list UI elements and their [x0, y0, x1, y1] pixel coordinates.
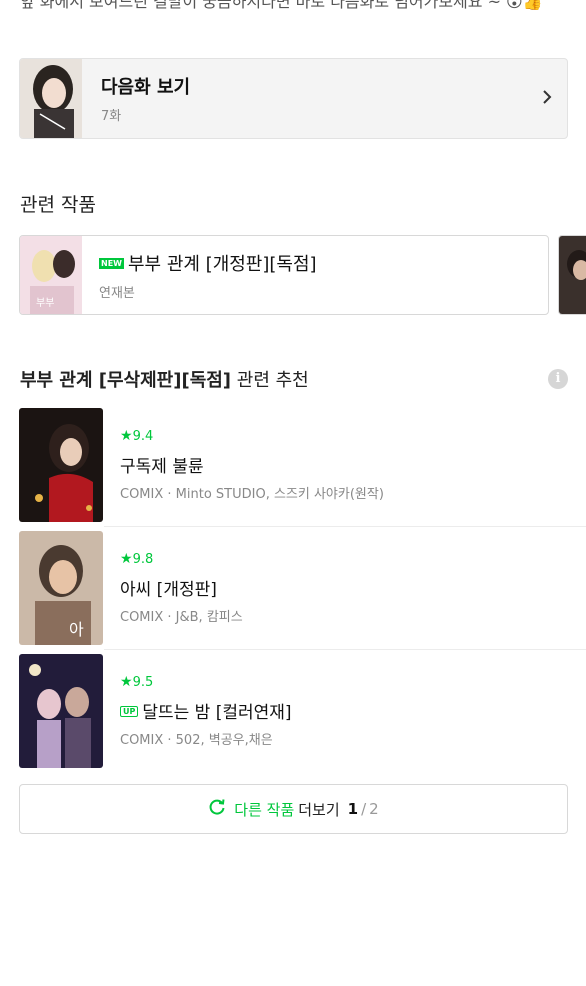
previous-description-text: 앞 화에서 보여드린 결말이 궁금하시다면 바로 다음화로 넘어가보세요 ~ 😮… [20, 0, 543, 11]
related-works-title: 관련 작품 [20, 194, 96, 216]
star-icon: ★ [120, 428, 133, 444]
star-icon: ★ [120, 674, 133, 690]
divider [104, 526, 586, 527]
page-separator: / [361, 800, 367, 818]
recommend-meta: COMIX · 502, 벽공우,채은 [120, 733, 273, 748]
rating: ★9.5 [120, 674, 154, 690]
recommend-item[interactable]: ★9.4 구독제 불륜 COMIX · Minto STUDIO, 스즈키 사야… [19, 408, 586, 522]
recommend-title-line: UP 달뜨는 밤 [컬러연재] [120, 698, 586, 723]
recommend-meta: COMIX · Minto STUDIO, 스즈키 사야카(원작) [120, 487, 384, 502]
recommend-item[interactable]: 아 ★9.8 아씨 [개정판] COMIX · J&B, 캄피스 [19, 531, 586, 645]
related-work-thumbnail: 부부 [20, 236, 82, 314]
new-badge: NEW [99, 257, 124, 269]
next-episode-thumbnail [20, 59, 82, 138]
page-current: 1 [347, 800, 359, 818]
next-episode-number: 7화 [101, 109, 122, 124]
refresh-icon [208, 798, 226, 821]
page-total: 2 [369, 800, 379, 818]
chevron-right-icon [527, 86, 567, 111]
related-work-card-next[interactable] [558, 235, 586, 315]
rating: ★9.8 [120, 551, 154, 567]
recommend-thumbnail: 아 [19, 531, 103, 645]
related-work-card[interactable]: 부부 NEW 부부 관계 [개정판][독점] 연재본 [19, 235, 549, 315]
up-badge: UP [120, 705, 139, 717]
recommend-section-title: 부부 관계 [무삭제판][독점] 관련 추천 [20, 366, 309, 392]
recommend-title-suffix: 관련 추천 [231, 370, 309, 391]
svg-text:아: 아 [69, 620, 84, 639]
recommend-thumbnail [19, 654, 103, 768]
recommend-title: 달뜨는 밤 [컬러연재] [142, 703, 292, 723]
next-episode-card[interactable]: 다음화 보기 7화 [19, 58, 568, 139]
recommend-meta: COMIX · J&B, 캄피스 [120, 610, 243, 625]
recommend-thumbnail [19, 408, 103, 522]
more-works-button[interactable]: 다른 작품 더보기 1 / 2 [19, 784, 568, 834]
more-label: 더보기 [298, 800, 340, 819]
star-icon: ★ [120, 551, 133, 567]
info-icon[interactable]: i [548, 369, 568, 389]
recommend-item[interactable]: ★9.5 UP 달뜨는 밤 [컬러연재] COMIX · 502, 벽공우,채은 [19, 654, 586, 768]
recommend-title: 아씨 [개정판] [120, 580, 217, 600]
rating: ★9.4 [120, 428, 154, 444]
recommend-title-work: 부부 관계 [무삭제판][독점] [20, 370, 232, 391]
svg-text:부부: 부부 [36, 298, 54, 309]
related-work-subtitle: 연재본 [99, 285, 135, 301]
divider [104, 649, 586, 650]
next-episode-title: 다음화 보기 [101, 77, 191, 98]
related-work-title: 부부 관계 [개정판][독점] [127, 253, 317, 275]
recommend-title: 구독제 불륜 [120, 457, 204, 477]
more-label-green: 다른 작품 [234, 800, 295, 819]
